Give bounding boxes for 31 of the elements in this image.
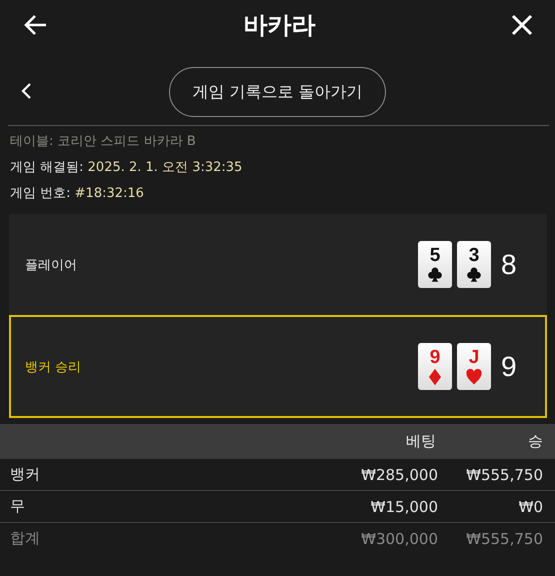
chevron-left-icon[interactable] [20, 82, 32, 100]
table-cell: ₩0 [448, 490, 555, 522]
playing-card: 3 [457, 241, 491, 288]
table-cell: ₩555,750 [448, 459, 555, 490]
column-header: 베팅 [152, 424, 448, 459]
back-arrow-icon[interactable] [24, 14, 48, 36]
playing-card: J [457, 343, 491, 390]
heart-icon [465, 368, 483, 386]
table-cell: ₩285,000 [152, 459, 448, 490]
table-cell: ₩555,750 [448, 522, 555, 554]
hand-score: 9 [501, 350, 518, 382]
hand-score: 8 [501, 248, 518, 280]
table-cell: ₩15,000 [152, 490, 448, 522]
table-cell: 합계 [0, 522, 152, 554]
page-title: 바카라 [244, 10, 316, 41]
info-line: 게임 번호: #18:32:16 [10, 185, 145, 202]
info-line: 테이블: 코리안 스피드 바카라 B [10, 133, 197, 150]
close-icon[interactable] [511, 14, 533, 36]
playing-card: 5 [418, 241, 452, 288]
back-to-history-button[interactable]: 게임 기록으로 돌아가기 [169, 67, 386, 117]
table-cell: 무 [0, 490, 152, 522]
info-line: 게임 해결됨: 2025. 2. 1. 오전 3:32:35 [10, 159, 244, 176]
playing-card: 9 [418, 343, 452, 390]
hand-label: 뱅커 승리 [25, 358, 82, 376]
club-icon [426, 266, 444, 284]
club-icon [465, 266, 483, 284]
table-cell: 뱅커 [0, 459, 152, 490]
diamond-icon [426, 368, 444, 386]
table-cell: ₩300,000 [152, 522, 448, 554]
column-header: 승 [448, 424, 555, 459]
hand-label: 플레이어 [25, 256, 78, 274]
